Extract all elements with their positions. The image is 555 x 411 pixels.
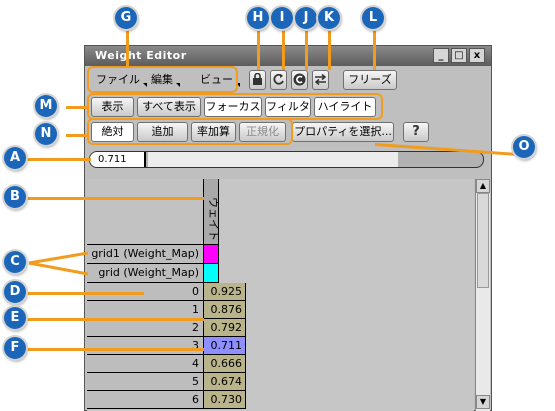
filter-group-bracket (87, 93, 383, 120)
point-index: 4 (87, 355, 204, 373)
help-button[interactable]: ? (403, 122, 429, 142)
leader-line (373, 28, 376, 70)
callout-l: L (362, 7, 384, 29)
column-header-label: ウェイト (207, 197, 220, 241)
callout-a: A (4, 147, 26, 169)
slider-fill (148, 152, 398, 167)
scroll-down-icon[interactable]: ▼ (476, 395, 490, 409)
map-row-label[interactable]: grid (Weight_Map) (87, 264, 204, 283)
point-index: 6 (87, 391, 204, 409)
grid-corner (87, 179, 204, 245)
column-header-weight[interactable]: ウェイト (204, 179, 220, 245)
copy-c-icon (293, 73, 306, 86)
weight-value-cell[interactable]: 0.876 (204, 301, 246, 319)
leader-fork (28, 251, 89, 276)
point-index: 5 (87, 373, 204, 391)
refresh-button[interactable] (270, 70, 287, 90)
leader-line (66, 106, 88, 109)
scroll-thumb[interactable] (477, 193, 489, 288)
value-input[interactable]: 0.711 (90, 152, 146, 167)
leader-line (328, 28, 331, 70)
callout-d: D (4, 281, 26, 303)
selected-weight-value-cell[interactable]: 0.711 (204, 337, 246, 355)
weight-value-cell[interactable]: 0.674 (204, 373, 246, 391)
maximize-button[interactable]: □ (451, 48, 467, 63)
close-button[interactable]: x (469, 48, 485, 63)
leader-line (26, 318, 204, 321)
callout-m: M (35, 95, 57, 117)
lock-icon (253, 72, 262, 85)
leader-line (305, 28, 308, 70)
map-color-swatch[interactable] (204, 264, 219, 283)
leader-line (26, 158, 91, 161)
leader-line (26, 348, 204, 351)
map-row-label[interactable]: grid1 (Weight_Map) (87, 245, 204, 264)
leader-line (26, 197, 204, 200)
map-color-swatch[interactable] (204, 245, 219, 264)
swap-arrows-icon (314, 73, 327, 86)
leader-line (282, 28, 285, 70)
copy-button[interactable] (291, 70, 308, 90)
point-index: 2 (87, 319, 204, 337)
menu-group-bracket (87, 66, 238, 93)
swap-button[interactable] (312, 70, 329, 90)
point-index: 3 (87, 337, 204, 355)
freeze-button[interactable]: フリーズ (343, 70, 397, 90)
callout-h: H (247, 7, 269, 29)
window-title: Weight Editor (95, 49, 187, 62)
weight-value-cell[interactable]: 0.792 (204, 319, 246, 337)
refresh-icon (273, 73, 284, 85)
select-property-button[interactable]: プロパティを選択... (292, 122, 394, 142)
callout-n: N (35, 123, 57, 145)
callout-c: C (4, 251, 26, 273)
point-index: 1 (87, 301, 204, 319)
scroll-up-icon[interactable]: ▲ (476, 179, 490, 193)
callout-k: K (318, 7, 340, 29)
lock-button[interactable] (249, 70, 266, 90)
value-slider-track[interactable]: 0.711 (89, 151, 484, 168)
callout-b: B (4, 186, 26, 208)
leader-line (126, 28, 129, 68)
callout-f: F (4, 337, 26, 359)
callout-o: O (513, 136, 535, 158)
leader-line (26, 292, 144, 295)
weight-grid: ウェイト grid1 (Weight_Map) grid (Weight_Map… (87, 179, 474, 411)
callout-i: I (271, 7, 293, 29)
callout-e: E (4, 307, 26, 329)
callout-g: G (115, 7, 137, 29)
title-bar[interactable]: Weight Editor _ □ x (85, 46, 491, 66)
weight-value-cell[interactable]: 0.730 (204, 391, 246, 409)
leader-line (257, 28, 260, 70)
mode-group-bracket (87, 118, 293, 145)
callout-j: J (295, 7, 317, 29)
weight-value-cell[interactable]: 0.925 (204, 283, 246, 301)
weight-value-cell[interactable]: 0.666 (204, 355, 246, 373)
leader-line (66, 134, 88, 137)
minimize-button[interactable]: _ (433, 48, 449, 63)
vertical-scrollbar[interactable]: ▲ ▼ (475, 179, 490, 411)
